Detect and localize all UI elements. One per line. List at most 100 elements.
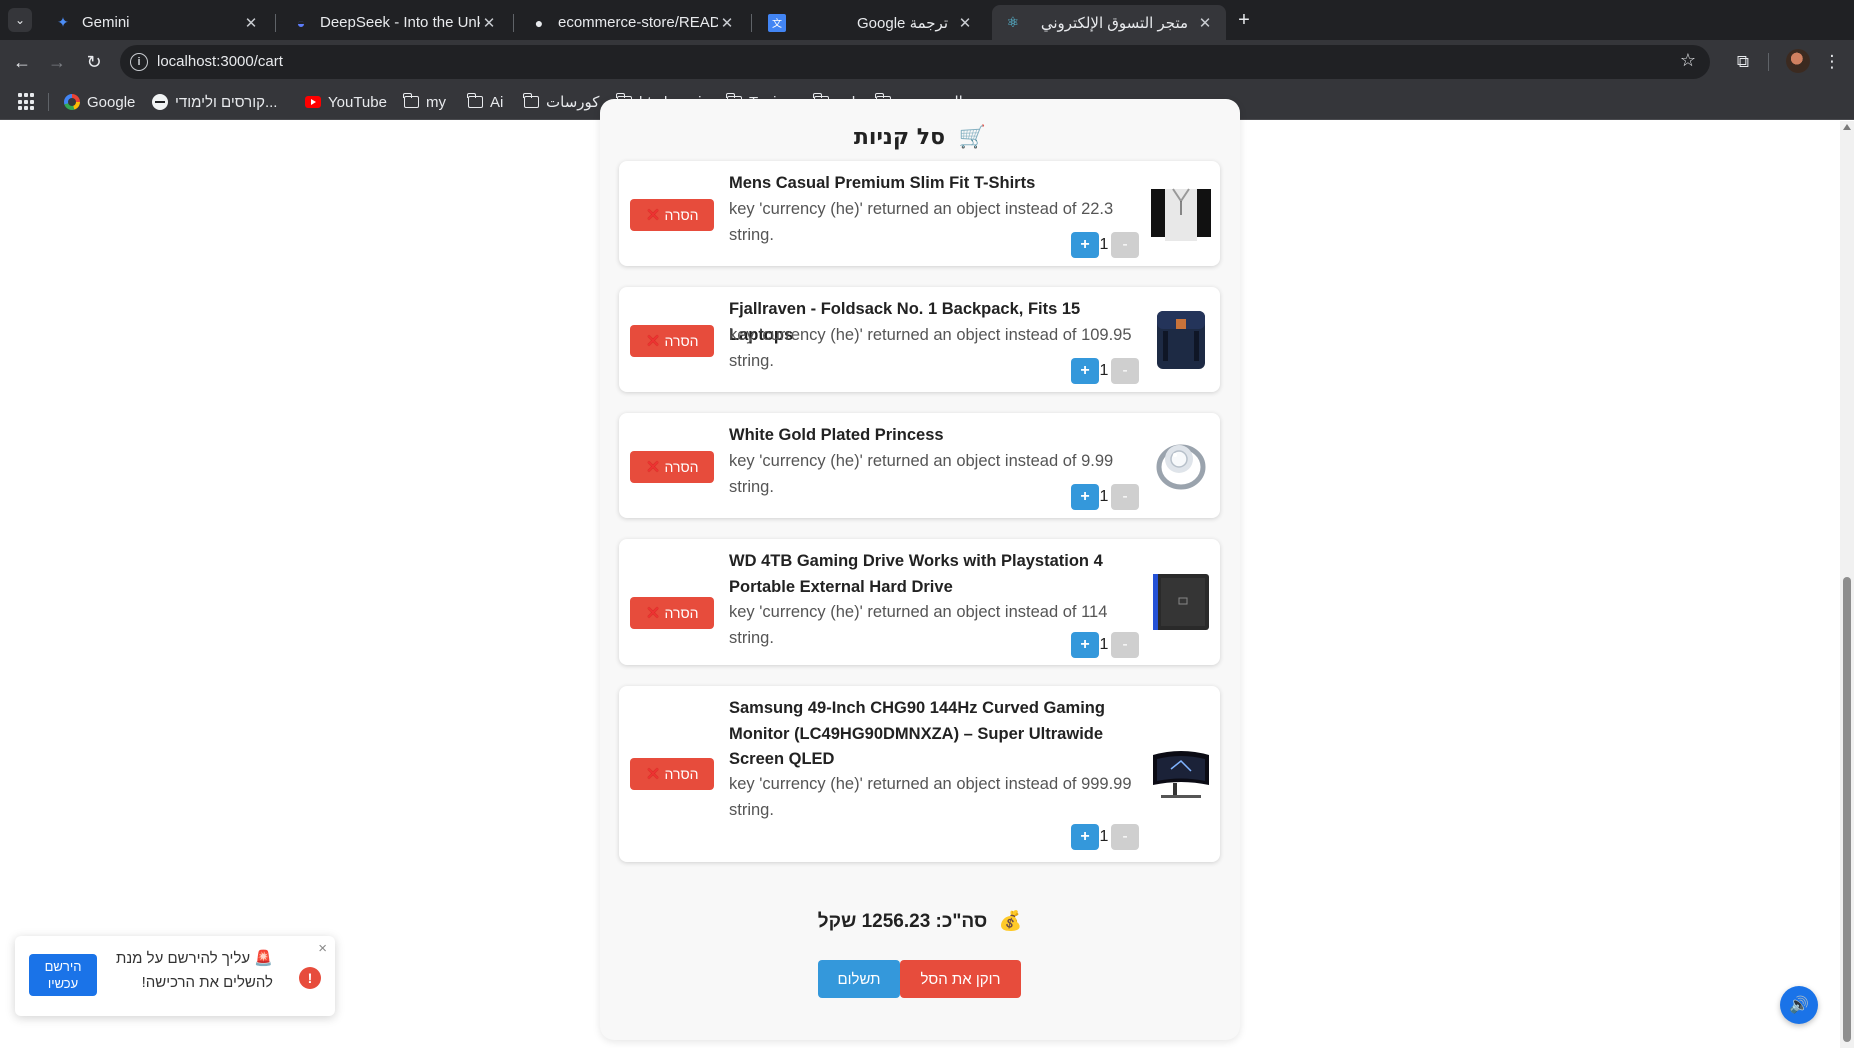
reload-icon[interactable]: ↻ [82, 50, 106, 74]
new-tab-button[interactable]: + [1232, 8, 1256, 32]
page-scrollbar[interactable] [1840, 121, 1854, 1048]
checkout-button[interactable]: תשלום [818, 960, 900, 998]
bookmark-google[interactable]: Google [64, 92, 135, 112]
bookmark-folder-courses-ar[interactable]: كورسات [522, 92, 600, 112]
close-icon[interactable]: ✕ [480, 14, 498, 32]
forward-arrow-icon[interactable]: → [45, 50, 69, 74]
remove-item-button[interactable]: הסרה ✕ [630, 199, 714, 231]
extensions-puzzle-icon[interactable]: ⧉ [1731, 50, 1755, 74]
bookmark-label: Ai [490, 93, 504, 111]
bookmark-courses[interactable]: קורסים ולימודי... [152, 92, 277, 112]
tshirt-image [1151, 188, 1211, 241]
tab-title: ecommerce-store/README [558, 14, 718, 31]
increase-quantity-button[interactable]: + [1071, 824, 1099, 850]
remove-item-button[interactable]: הסרה ✕ [630, 325, 714, 357]
ring-image [1156, 444, 1206, 490]
tab-deepseek[interactable]: ◒ DeepSeek - Into the Unknown ✕ [280, 5, 510, 40]
decrease-quantity-button[interactable]: - [1111, 484, 1139, 510]
deepseek-whale-icon: ◒ [296, 14, 306, 31]
backpack-image [1157, 311, 1205, 369]
register-toast: × ! 🚨 עליך להירשם על מנת להשלים את הרכיש… [15, 936, 335, 1016]
scroll-up-arrow-icon[interactable] [1843, 124, 1851, 130]
clear-cart-button[interactable]: רוקן את הסל [900, 960, 1021, 998]
tab-title: DeepSeek - Into the Unknown [320, 14, 480, 31]
cart-item: Samsung 49-Inch CHG90 144Hz Curved Gamin… [619, 686, 1220, 862]
quantity-stepper: + 1 - [1071, 358, 1139, 384]
cross-mark-icon: ✕ [645, 763, 661, 784]
cart-item: WD 4TB Gaming Drive Works with Playstati… [619, 539, 1220, 665]
remove-label: הסרה [664, 766, 699, 782]
bookmark-label: קורסים ולימודי... [175, 93, 278, 111]
cross-mark-icon: ✕ [645, 204, 661, 225]
cart-title: 🛒 סל קניות [600, 125, 1240, 150]
decrease-quantity-button[interactable]: - [1111, 232, 1139, 258]
close-icon[interactable]: ✕ [956, 14, 974, 32]
google-translate-icon: 文 [768, 13, 786, 32]
tab-github[interactable]: ● ecommerce-store/README ✕ [518, 5, 748, 40]
quantity-value: 1 [1099, 236, 1109, 253]
hard-drive-image [1153, 574, 1209, 630]
bookmark-folder-my[interactable]: my [402, 92, 446, 112]
register-now-button[interactable]: הירשם עכשיו [29, 954, 97, 996]
site-info-icon[interactable]: i [130, 53, 148, 71]
bookmark-label: my [426, 93, 446, 111]
close-icon[interactable]: × [318, 940, 327, 957]
tab-title: متجر التسوق الإلكتروني [1040, 14, 1188, 32]
shopping-cart-icon: 🛒 [958, 125, 987, 150]
toolbar-divider [1768, 53, 1769, 71]
remove-label: הסרה [664, 333, 699, 349]
decrease-quantity-button[interactable]: - [1111, 632, 1139, 658]
cross-mark-icon: ✕ [645, 602, 661, 623]
tab-strip: ⌄ ✦ Gemini ✕ ◒ DeepSeek - Into the Unkno… [0, 0, 1854, 40]
increase-quantity-button[interactable]: + [1071, 358, 1099, 384]
tab-ecommerce-store[interactable]: ⚛ متجر التسوق الإلكتروني ✕ [992, 5, 1226, 40]
monitor-image [1153, 751, 1209, 798]
bookmark-label: YouTube [328, 93, 387, 111]
quantity-stepper: + 1 - [1071, 232, 1139, 258]
toast-message-text: עליך להירשם על מנת להשלים את הרכישה! [115, 950, 273, 991]
bookmark-star-icon[interactable]: ☆ [1680, 50, 1696, 71]
profile-avatar[interactable] [1786, 49, 1810, 73]
scrollbar-thumb[interactable] [1843, 577, 1851, 1042]
item-name: Samsung 49-Inch CHG90 144Hz Curved Gamin… [729, 699, 1105, 768]
item-name: Mens Casual Premium Slim Fit T-Shirts [729, 174, 1036, 192]
quantity-stepper: + 1 - [1071, 632, 1139, 658]
bookmark-label: Google [87, 93, 136, 111]
bookmark-label: كورسات [546, 94, 600, 111]
decrease-quantity-button[interactable]: - [1111, 358, 1139, 384]
folder-icon [402, 93, 419, 110]
back-arrow-icon[interactable]: ← [10, 50, 34, 74]
tab-title: Google ترجمة [857, 14, 948, 32]
page-viewport: 🛒 סל קניות Mens Casual Premium Slim Fit … [0, 99, 1854, 1048]
decrease-quantity-button[interactable]: - [1111, 824, 1139, 850]
remove-item-button[interactable]: הסרה ✕ [630, 597, 714, 629]
tab-divider [513, 14, 514, 32]
cart-item: White Gold Plated Princess key 'currency… [619, 413, 1220, 518]
folder-icon [466, 93, 483, 110]
close-icon[interactable]: ✕ [242, 14, 260, 32]
apps-grid-icon[interactable] [18, 93, 36, 111]
quantity-stepper: + 1 - [1071, 824, 1139, 850]
remove-label: הסרה [664, 207, 699, 223]
bookmark-youtube[interactable]: YouTube [305, 92, 387, 112]
increase-quantity-button[interactable]: + [1071, 632, 1099, 658]
tab-gemini[interactable]: ✦ Gemini ✕ [42, 5, 272, 40]
react-icon: ⚛ [1006, 14, 1020, 30]
url-text[interactable]: localhost:3000/cart [157, 53, 283, 70]
tab-google-translate[interactable]: 文 Google ترجمة ✕ [756, 5, 986, 40]
kebab-menu-icon[interactable]: ⋮ [1820, 50, 1844, 74]
increase-quantity-button[interactable]: + [1071, 484, 1099, 510]
remove-item-button[interactable]: הסרה ✕ [630, 758, 714, 790]
youtube-icon [305, 94, 321, 110]
increase-quantity-button[interactable]: + [1071, 232, 1099, 258]
google-icon [64, 94, 80, 110]
tab-divider [751, 14, 752, 32]
remove-label: הסרה [664, 459, 699, 475]
bookmark-folder-ai[interactable]: Ai [466, 92, 504, 112]
tab-search-button[interactable]: ⌄ [8, 8, 32, 32]
close-icon[interactable]: ✕ [1196, 14, 1214, 32]
accessibility-speaker-icon[interactable]: 🔊 [1780, 986, 1818, 1024]
remove-item-button[interactable]: הסרה ✕ [630, 451, 714, 483]
close-icon[interactable]: ✕ [718, 14, 736, 32]
address-bar[interactable]: i localhost:3000/cart ☆ [120, 45, 1710, 79]
